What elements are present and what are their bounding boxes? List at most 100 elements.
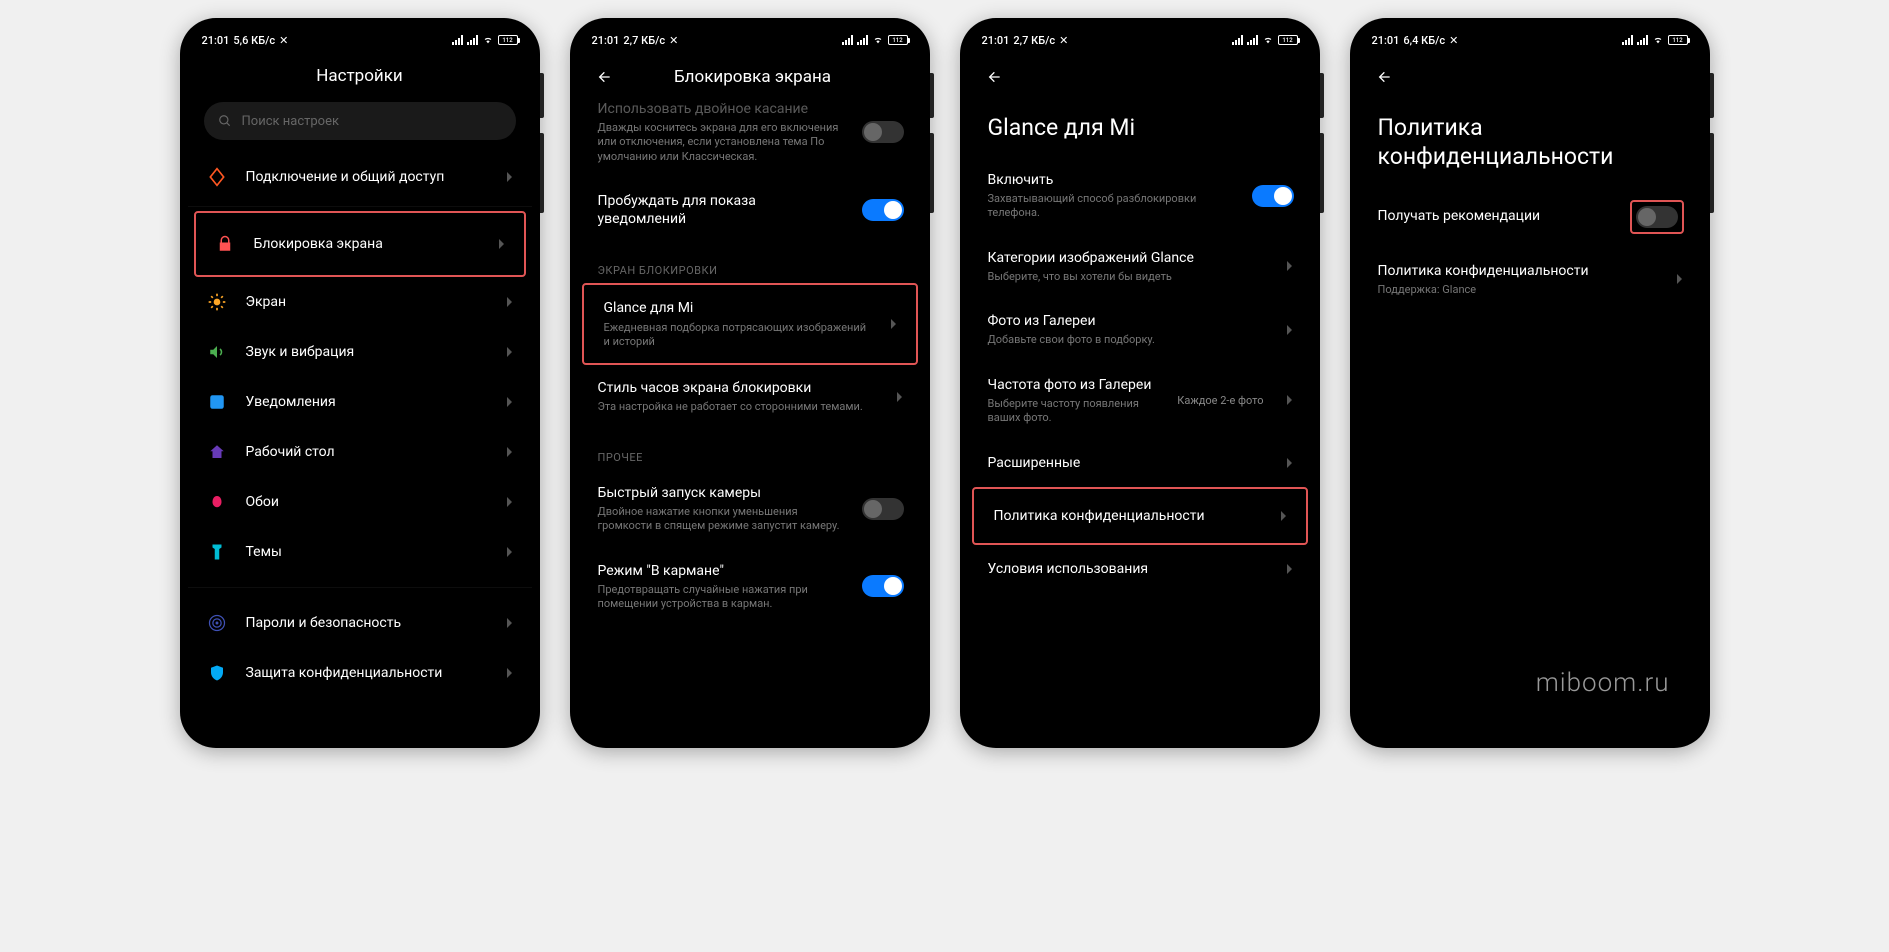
chevron-right-icon xyxy=(1676,273,1684,285)
volume-icon xyxy=(206,341,228,363)
item-passwords[interactable]: Пароли и безопасность xyxy=(188,598,532,648)
item-frequency[interactable]: Частота фото из Галереи Выберите частоту… xyxy=(968,362,1312,440)
phone-frame-3: 21:01 2,7 КБ/с ✕ 112 Glance для Mi Включ… xyxy=(960,18,1320,748)
status-bar: 21:01 6,4 КБ/с ✕ 112 xyxy=(1358,26,1702,54)
item-lockscreen[interactable]: Блокировка экрана xyxy=(196,213,524,275)
item-themes[interactable]: Темы xyxy=(188,527,532,577)
signal-icon-2 xyxy=(1637,35,1648,45)
chevron-right-icon xyxy=(506,546,514,558)
status-speed: 6,4 КБ/с xyxy=(1403,34,1445,47)
chevron-right-icon xyxy=(498,238,506,250)
chevron-right-icon xyxy=(506,396,514,408)
item-sound[interactable]: Звук и вибрация xyxy=(188,327,532,377)
chevron-right-icon xyxy=(1286,394,1294,406)
status-time: 21:01 xyxy=(982,34,1010,47)
watermark: miboom.ru xyxy=(1536,668,1670,698)
chevron-right-icon xyxy=(896,391,904,403)
item-gallery-photos[interactable]: Фото из Галереи Добавьте свои фото в под… xyxy=(968,298,1312,361)
wifi-icon xyxy=(872,35,884,45)
toggle-pocket[interactable] xyxy=(862,575,904,597)
toggle-enable[interactable] xyxy=(1252,185,1294,207)
search-input[interactable]: Поиск настроек xyxy=(204,102,516,140)
toggle-wake[interactable] xyxy=(862,199,904,221)
page-title: Политика конфиденциальности xyxy=(1358,92,1702,186)
item-quick-camera[interactable]: Быстрый запуск камеры Двойное нажатие кн… xyxy=(578,470,922,548)
wallpaper-icon xyxy=(206,491,228,513)
header xyxy=(1358,54,1702,92)
brightness-icon xyxy=(206,291,228,313)
item-display[interactable]: Экран xyxy=(188,277,532,327)
item-wallpaper[interactable]: Обои xyxy=(188,477,532,527)
screen-glance: 21:01 2,7 КБ/с ✕ 112 Glance для Mi Включ… xyxy=(968,26,1312,740)
item-double-tap[interactable]: Использовать двойное касание Дважды косн… xyxy=(578,100,922,178)
item-notifications[interactable]: Уведомления xyxy=(188,377,532,427)
item-glance[interactable]: Glance для Mi Ежедневная подборка потряс… xyxy=(584,285,916,363)
shield-icon xyxy=(206,662,228,684)
vibrate-icon: ✕ xyxy=(669,34,678,47)
status-time: 21:01 xyxy=(1372,34,1400,47)
fingerprint-icon xyxy=(206,612,228,634)
status-bar: 21:01 5,6 КБ/с ✕ 112 xyxy=(188,26,532,54)
item-terms[interactable]: Условия использования xyxy=(968,545,1312,593)
chevron-right-icon xyxy=(1286,260,1294,272)
highlight-glance: Glance для Mi Ежедневная подборка потряс… xyxy=(582,283,918,365)
item-privacy-policy[interactable]: Политика конфиденциальности Поддержка: G… xyxy=(1358,248,1702,311)
wifi-icon xyxy=(1652,35,1664,45)
frequency-value: Каждое 2-е фото xyxy=(1177,394,1263,407)
toggle-double-tap[interactable] xyxy=(862,121,904,143)
chevron-right-icon xyxy=(890,318,898,330)
phone-frame-1: 21:01 5,6 КБ/с ✕ 112 Настройки Поиск нас… xyxy=(180,18,540,748)
wifi-icon xyxy=(482,35,494,45)
chevron-right-icon xyxy=(506,496,514,508)
chevron-right-icon xyxy=(506,446,514,458)
chevron-right-icon xyxy=(506,296,514,308)
item-connection[interactable]: Подключение и общий доступ xyxy=(188,152,532,202)
status-speed: 2,7 КБ/с xyxy=(623,34,665,47)
item-privacy-policy[interactable]: Политика конфиденциальности xyxy=(974,489,1306,543)
item-categories[interactable]: Категории изображений Glance Выберите, ч… xyxy=(968,235,1312,298)
item-advanced[interactable]: Расширенные xyxy=(968,439,1312,487)
vibrate-icon: ✕ xyxy=(1059,34,1068,47)
chevron-right-icon xyxy=(506,171,514,183)
chevron-right-icon xyxy=(1286,563,1294,575)
battery-icon: 112 xyxy=(498,35,518,45)
signal-icon-2 xyxy=(467,35,478,45)
back-button[interactable] xyxy=(1374,66,1396,88)
header: Блокировка экрана xyxy=(578,54,922,100)
page-title: Настройки xyxy=(204,66,516,86)
item-pocket-mode[interactable]: Режим "В кармане" Предотвращать случайны… xyxy=(578,548,922,626)
share-icon xyxy=(206,166,228,188)
toggle-recommendations[interactable] xyxy=(1636,206,1678,228)
item-enable[interactable]: Включить Захватывающий способ разблокиро… xyxy=(968,157,1312,235)
item-privacy[interactable]: Защита конфиденциальности xyxy=(188,648,532,698)
item-wake-notifications[interactable]: Пробуждать для показа уведомлений xyxy=(578,178,922,242)
screen-privacy: 21:01 6,4 КБ/с ✕ 112 Политика конфиденци… xyxy=(1358,26,1702,740)
status-bar: 21:01 2,7 КБ/с ✕ 112 xyxy=(578,26,922,54)
toggle-camera[interactable] xyxy=(862,498,904,520)
search-placeholder: Поиск настроек xyxy=(242,114,340,129)
chevron-right-icon xyxy=(506,346,514,358)
signal-icon xyxy=(1622,35,1633,45)
battery-icon: 112 xyxy=(1278,35,1298,45)
item-recommendations[interactable]: Получать рекомендации xyxy=(1358,186,1702,248)
chevron-right-icon xyxy=(1286,457,1294,469)
battery-icon: 112 xyxy=(1668,35,1688,45)
signal-icon-2 xyxy=(1247,35,1258,45)
back-button[interactable] xyxy=(594,66,616,88)
highlight-lockscreen: Блокировка экрана xyxy=(194,211,526,277)
item-home[interactable]: Рабочий стол xyxy=(188,427,532,477)
wifi-icon xyxy=(1262,35,1274,45)
signal-icon-2 xyxy=(857,35,868,45)
highlight-privacy: Политика конфиденциальности xyxy=(972,487,1308,545)
back-button[interactable] xyxy=(984,66,1006,88)
signal-icon xyxy=(452,35,463,45)
lock-icon xyxy=(214,233,236,255)
battery-icon: 112 xyxy=(888,35,908,45)
status-bar: 21:01 2,7 КБ/с ✕ 112 xyxy=(968,26,1312,54)
section-other: ПРОЧЕЕ xyxy=(578,429,922,470)
chevron-right-icon xyxy=(506,617,514,629)
vibrate-icon: ✕ xyxy=(1449,34,1458,47)
status-time: 21:01 xyxy=(592,34,620,47)
status-right-icons: 112 xyxy=(1622,35,1688,45)
item-clock-style[interactable]: Стиль часов экрана блокировки Эта настро… xyxy=(578,365,922,428)
